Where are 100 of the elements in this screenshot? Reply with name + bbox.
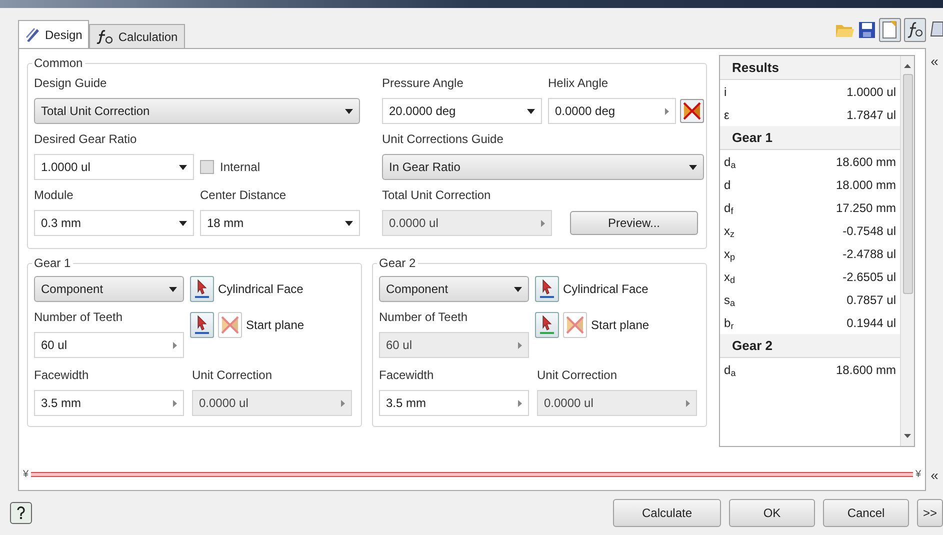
- cursor-icon: [194, 315, 210, 335]
- group-title: Common: [32, 56, 85, 70]
- checkbox[interactable]: [200, 160, 214, 174]
- field-label: Number of Teeth: [34, 310, 124, 324]
- caret-icon: [689, 164, 697, 170]
- dropdown-field[interactable]: 18 mm: [200, 210, 360, 236]
- field-label: Unit Corrections Guide: [382, 132, 504, 146]
- selection-label: Cylindrical Face: [218, 281, 304, 298]
- caret-icon: [514, 286, 522, 292]
- result-symbol: d$_{a}$: [724, 154, 736, 170]
- result-symbol: x$_{d}$: [724, 268, 736, 286]
- result-symbol: ε: [724, 106, 730, 124]
- cursor-icon: [539, 279, 555, 299]
- more-button[interactable]: >>: [917, 499, 943, 527]
- collapse-glyph[interactable]: «: [930, 468, 938, 482]
- preview-button[interactable]: Preview...: [570, 211, 698, 235]
- flip-button[interactable]: [680, 99, 704, 123]
- field-label: Desired Gear Ratio: [34, 132, 138, 146]
- result-value: 18.600 mm: [836, 154, 896, 170]
- select-button[interactable]: [190, 312, 214, 338]
- dropdown[interactable]: In Gear Ratio: [382, 154, 704, 180]
- result-value: 17.250 mm: [836, 200, 896, 216]
- field-label: Number of Teeth: [379, 310, 468, 324]
- result-symbol: b$_{r}$: [724, 314, 734, 332]
- field-label: Unit Correction: [537, 368, 618, 382]
- result-symbol: d: [724, 176, 731, 194]
- document-icon[interactable]: [879, 18, 901, 42]
- field-label: Helix Angle: [548, 76, 610, 90]
- result-symbol: i: [724, 84, 727, 100]
- caret-icon: [527, 108, 535, 114]
- caret-icon: [345, 220, 353, 226]
- result-value: 18.000 mm: [836, 176, 896, 194]
- field-label: Facewidth: [379, 368, 435, 382]
- dropdown[interactable]: Total Unit Correction: [34, 98, 360, 124]
- caret-icon: [179, 220, 187, 226]
- pencil-icon: [25, 26, 41, 42]
- result-value: 1.7847 ul: [846, 106, 896, 124]
- dropdown-field[interactable]: 0.3 mm: [34, 210, 194, 236]
- field-label: Total Unit Correction: [382, 188, 492, 202]
- spin-arrow-icon: [518, 342, 522, 348]
- result-value: 0.1944 ul: [846, 314, 896, 332]
- results-heading: Gear 1: [720, 126, 900, 150]
- result-symbol: d$_{a}$: [724, 362, 736, 378]
- spinner-field[interactable]: 60 ul: [34, 332, 184, 358]
- result-symbol: s$_{a}$: [724, 292, 736, 308]
- results-heading: Gear 2: [720, 334, 900, 358]
- expand-glyph[interactable]: ¥: [915, 466, 921, 482]
- dialog-button[interactable]: Calculate: [613, 499, 721, 527]
- field-label: Unit Correction: [192, 368, 274, 382]
- caret-icon: [179, 164, 187, 170]
- result-value: 0.7857 ul: [846, 292, 896, 308]
- spin-arrow-icon: [341, 400, 345, 406]
- field-label: Module: [34, 188, 74, 202]
- result-value: -2.6505 ul: [842, 268, 896, 286]
- flip-icon: [219, 314, 241, 336]
- spinner-field[interactable]: 3.5 mm: [379, 390, 529, 416]
- selection-label: Cylindrical Face: [563, 281, 648, 298]
- result-symbol: d$_{f}$: [724, 200, 734, 216]
- field-label: Pressure Angle: [382, 76, 464, 90]
- caret-icon: [345, 108, 353, 114]
- help-icon[interactable]: [10, 502, 32, 524]
- tab[interactable]: Calculation: [89, 24, 185, 48]
- cursor-icon: [194, 279, 210, 299]
- result-value: 1.0000 ul: [846, 84, 896, 100]
- spinner-field[interactable]: 3.5 mm: [34, 390, 184, 416]
- field-label: Design Guide: [34, 76, 108, 90]
- save-icon[interactable]: [858, 21, 876, 39]
- scrollbar[interactable]: [900, 56, 914, 446]
- field-label: Center Distance: [200, 188, 288, 202]
- scroll-down-icon[interactable]: [904, 434, 911, 438]
- dialog-button[interactable]: Cancel: [823, 499, 909, 527]
- scroll-up-icon[interactable]: [904, 64, 911, 68]
- selection-label: Start plane: [591, 317, 650, 334]
- dialog-button[interactable]: OK: [729, 499, 815, 527]
- function-icon: [96, 28, 114, 44]
- spin-arrow-icon: [173, 400, 177, 406]
- result-symbol: x$_{z}$: [724, 222, 734, 240]
- result-value: -2.4788 ul: [842, 246, 896, 262]
- select-button[interactable]: [535, 312, 559, 338]
- select-button[interactable]: [190, 276, 214, 302]
- spin-arrow-icon: [173, 342, 177, 348]
- results-heading: Results: [720, 56, 900, 80]
- checkbox-label: Internal: [220, 159, 260, 176]
- dropdown-field[interactable]: 1.0000 ul: [34, 154, 194, 180]
- tab[interactable]: Design: [18, 20, 90, 48]
- spin-arrow-icon: [686, 400, 690, 406]
- dropdown-field[interactable]: 20.0000 deg: [382, 98, 542, 124]
- group-title: Gear 1: [32, 256, 73, 270]
- group-title: Gear 2: [377, 256, 418, 270]
- dropdown[interactable]: Component: [34, 276, 184, 302]
- dropdown[interactable]: Component: [379, 276, 529, 302]
- field-label: Facewidth: [34, 368, 90, 382]
- spinner-field[interactable]: 0.0000 deg: [548, 98, 676, 124]
- expand-glyph[interactable]: ¥: [23, 466, 29, 482]
- collapse-glyph[interactable]: «: [930, 54, 938, 68]
- function-icon[interactable]: [904, 18, 926, 42]
- select-button[interactable]: [535, 276, 559, 302]
- spin-arrow-icon: [541, 220, 545, 226]
- spin-arrow-icon: [665, 108, 669, 114]
- result-value: 18.600 mm: [836, 362, 896, 378]
